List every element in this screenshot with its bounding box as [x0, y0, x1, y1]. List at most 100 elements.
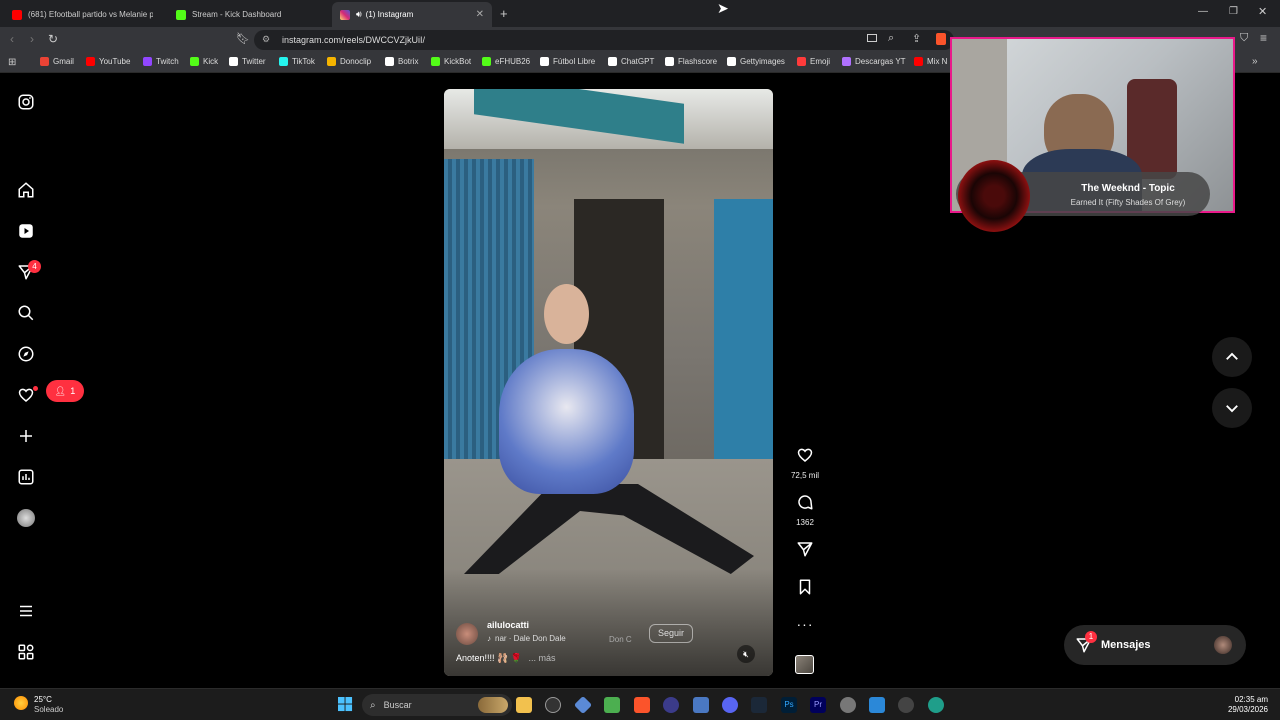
comment-action[interactable]: 1362 [793, 493, 817, 527]
reels-icon[interactable] [16, 221, 36, 241]
next-reel-button[interactable] [1212, 388, 1252, 428]
flashscore-icon [665, 57, 674, 66]
edge-icon[interactable] [928, 697, 944, 713]
author-avatar[interactable] [456, 623, 478, 645]
url-bar[interactable]: ⚙ instagram.com/reels/DWCCVZjkUiI/ [254, 30, 954, 50]
file-explorer-icon[interactable] [516, 697, 532, 713]
brave-shield-icon[interactable] [936, 33, 946, 45]
wallet-icon[interactable]: ⛉ [1240, 32, 1248, 45]
cast-icon[interactable] [867, 34, 877, 42]
follow-button[interactable]: Seguir [649, 624, 694, 643]
app-green-icon[interactable] [604, 697, 620, 713]
follow-notification-pill[interactable]: 👤︎ 1 [46, 380, 84, 402]
messages-count-badge: 1 [1085, 631, 1097, 643]
close-tab-icon[interactable]: ✕ [476, 9, 484, 20]
bookmark-item[interactable]: Descargas YT [842, 57, 906, 66]
audio-thumbnail[interactable] [795, 655, 814, 674]
also-from-meta-icon[interactable] [16, 642, 36, 662]
home-icon[interactable] [16, 180, 36, 200]
author-username[interactable]: ailulocatti [487, 620, 529, 630]
taskbar-search[interactable]: ⌕ Buscar [362, 694, 512, 716]
site-info-icon[interactable]: ⚙ [262, 34, 270, 45]
messages-button[interactable]: 1 Mensajes [1064, 625, 1246, 665]
bookmark-item[interactable]: Donoclip [327, 57, 371, 66]
bookmark-item[interactable]: Mix N [914, 57, 947, 66]
bookmark-item[interactable]: Gmail [40, 57, 74, 66]
weather-temp[interactable]: 25°C [34, 695, 52, 704]
premiere-icon[interactable]: Pr [810, 697, 826, 713]
bookmark-item[interactable]: Twitter [229, 57, 266, 66]
minimize-button[interactable]: — [1198, 6, 1208, 17]
bookmark-item[interactable]: Botrix [385, 57, 418, 66]
audio-track[interactable]: ♪ nar · Dale Don Dale [487, 634, 566, 643]
bookmark-icon[interactable]: 🔖︎ [236, 32, 250, 45]
back-button[interactable]: ‹ [10, 32, 14, 46]
reload-button[interactable]: ↻ [48, 32, 58, 46]
bookmark-label: Kick [203, 57, 219, 66]
bookmark-item[interactable]: ChatGPT [608, 57, 654, 66]
bookmark-item[interactable]: Flashscore [665, 57, 717, 66]
steam-icon[interactable] [751, 697, 767, 713]
more-options-icon[interactable]: ··· [793, 616, 817, 632]
create-plus-icon[interactable] [16, 426, 36, 446]
bookmark-item[interactable]: Gettyimages [727, 57, 785, 66]
start-button[interactable] [338, 697, 353, 712]
save-action[interactable] [793, 578, 817, 601]
mute-toggle-icon[interactable]: 🔇︎ [737, 645, 755, 663]
notepad-icon[interactable] [869, 697, 885, 713]
app-diamond-icon[interactable] [573, 695, 593, 715]
menu-icon[interactable]: ≡ [1260, 31, 1267, 45]
bookmark-item[interactable]: Fútbol Libre [540, 57, 595, 66]
heart-icon[interactable] [796, 446, 814, 464]
bookmark-label: ChatGPT [621, 57, 655, 66]
more-bookmarks-icon[interactable]: » [1252, 56, 1258, 67]
discord-icon[interactable] [722, 697, 738, 713]
maximize-button[interactable]: ❐ [1229, 6, 1238, 17]
share-action[interactable] [793, 540, 817, 563]
tab-kick-dashboard[interactable]: Stream - Kick Dashboard [168, 2, 328, 27]
video-person-shirt [499, 349, 634, 494]
play-app-icon[interactable] [898, 697, 914, 713]
dashboard-icon[interactable] [16, 467, 36, 487]
bookmark-item[interactable]: Kick [190, 57, 218, 66]
tab-instagram[interactable]: 🔊︎ (1) Instagram ✕ [332, 2, 492, 27]
share-icon[interactable]: ⇪ [912, 32, 921, 45]
apps-grid-icon[interactable]: ⊞ [8, 57, 16, 68]
more-menu-icon[interactable] [16, 601, 36, 621]
weather-desc[interactable]: Soleado [34, 705, 63, 714]
clock-time[interactable]: 02:35 am [1200, 695, 1268, 704]
media-player-icon[interactable] [663, 697, 679, 713]
search-icon[interactable] [16, 303, 36, 323]
caption-more-link[interactable]: ... más [528, 653, 555, 663]
gear-app-icon[interactable] [840, 697, 856, 713]
share-send-icon[interactable] [796, 540, 814, 558]
like-action[interactable]: 72,5 mil [791, 446, 819, 480]
profile-avatar[interactable] [16, 508, 36, 528]
weather-sun-icon[interactable] [14, 696, 28, 710]
settings-app-icon[interactable] [545, 697, 561, 713]
new-tab-button[interactable]: + [500, 6, 508, 21]
bookmark-item[interactable]: Twitch [143, 57, 179, 66]
bookmark-label: eFHUB26 [495, 57, 531, 66]
bookmark-save-icon[interactable] [796, 578, 814, 596]
reel-video[interactable]: ailulocatti Seguir ♪ nar · Dale Don Dale… [444, 89, 773, 676]
brave-browser-icon[interactable] [634, 697, 650, 713]
clock-date[interactable]: 29/03/2026 [1200, 705, 1268, 714]
bookmark-item[interactable]: eFHUB26 [482, 57, 530, 66]
explore-icon[interactable] [16, 344, 36, 364]
comment-icon[interactable] [796, 493, 814, 511]
previous-reel-button[interactable] [1212, 337, 1252, 377]
bookmark-item[interactable]: TikTok [279, 57, 315, 66]
photoshop-icon[interactable]: Ps [781, 697, 797, 713]
bookmark-item[interactable]: YouTube [86, 57, 130, 66]
zoom-icon[interactable]: ⌕ [888, 32, 894, 45]
forward-button[interactable]: › [30, 32, 34, 46]
tab-youtube[interactable]: (681) Efootball partido vs Melanie pa [4, 2, 164, 27]
bookmark-item[interactable]: Emoji [797, 57, 830, 66]
close-window-button[interactable]: ✕ [1258, 5, 1267, 18]
chevron-down-icon [1226, 405, 1238, 413]
bookmark-item[interactable]: KickBot [431, 57, 471, 66]
instagram-logo-icon[interactable] [16, 92, 36, 112]
twitch-icon [143, 57, 152, 66]
calculator-icon[interactable] [693, 697, 709, 713]
